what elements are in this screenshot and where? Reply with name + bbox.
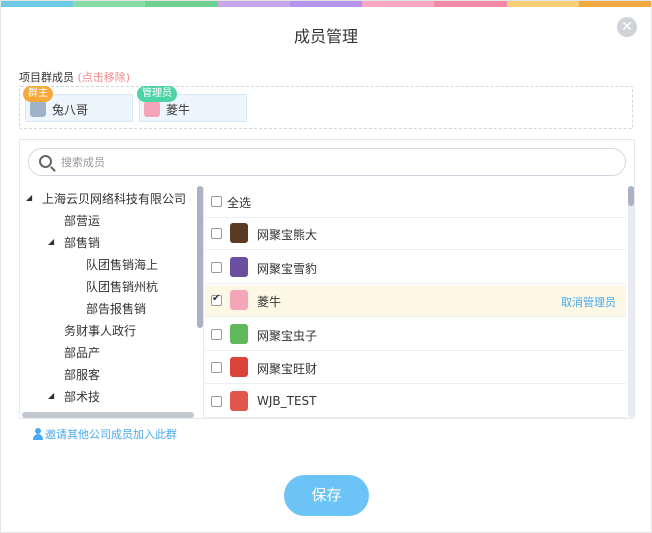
list-item[interactable]: 网聚宝熊大 <box>205 218 626 250</box>
tree-item[interactable]: 部术技 <box>64 388 100 405</box>
members-box: 兔八哥 群主 菱牛 管理员 <box>19 86 633 129</box>
member-chip-name: 菱牛 <box>166 103 191 117</box>
list-item-selected[interactable]: 菱牛 取消管理员 <box>205 285 626 317</box>
member-chip-name: 兔八哥 <box>52 103 89 117</box>
tree-item[interactable]: 部服客 <box>64 366 100 383</box>
bear-avatar-icon <box>230 223 248 243</box>
list-item[interactable]: 网聚宝虫子 <box>205 319 626 351</box>
rainbow-segment <box>145 1 218 7</box>
member-checkbox[interactable] <box>211 262 222 273</box>
member-checkbox[interactable] <box>211 228 222 239</box>
member-name: 网聚宝熊大 <box>257 228 318 242</box>
list-item[interactable]: 网聚宝雪豹 <box>205 252 626 284</box>
members-label-text: 项目群成员 <box>19 71 74 84</box>
rainbow-segment <box>434 1 507 7</box>
member-checkbox-checked[interactable] <box>211 293 222 306</box>
member-checkbox[interactable] <box>211 396 222 407</box>
member-picker-panel: ◢ 上海云贝网络科技有限公司 部营运 ◢ 部售销 队团售销海上 队团售销州杭 部… <box>19 139 635 419</box>
member-checkbox[interactable] <box>211 329 222 340</box>
remove-admin-link[interactable]: 取消管理员 <box>561 294 616 310</box>
select-all-label: 全选 <box>227 196 252 210</box>
list-scrollbar-track[interactable] <box>628 186 634 418</box>
list-item[interactable]: WJB_TEST <box>205 386 626 418</box>
girl-avatar-icon <box>144 101 160 117</box>
search-icon <box>39 155 52 168</box>
dog-avatar-icon <box>230 357 248 377</box>
rainbow-segment <box>578 1 651 7</box>
collapse-triangle-icon[interactable]: ◢ <box>48 237 54 246</box>
list-item[interactable]: 网聚宝旺财 <box>205 352 626 384</box>
rainbow-segment <box>362 1 435 7</box>
owner-tag: 群主 <box>23 86 53 102</box>
search-box <box>28 148 626 176</box>
invite-link[interactable]: 邀请其他公司成员加入此群 <box>31 426 177 442</box>
collapse-triangle-icon[interactable]: ◢ <box>48 391 54 400</box>
crab-avatar-icon <box>230 391 248 411</box>
select-all-checkbox[interactable] <box>211 196 222 207</box>
bunny-avatar-icon <box>30 101 46 117</box>
rainbow-segment <box>73 1 146 7</box>
member-chip-owner[interactable]: 兔八哥 群主 <box>23 86 133 122</box>
rainbow-segment <box>506 1 579 7</box>
admin-tag: 管理员 <box>137 86 177 102</box>
rainbow-segment <box>217 1 290 7</box>
tree-item[interactable]: 部售销 <box>64 234 100 251</box>
member-name: WJB_TEST <box>257 394 317 408</box>
tree-item[interactable]: 部营运 <box>64 212 100 229</box>
tree-item[interactable]: 队团售销州杭 <box>86 278 158 295</box>
rainbow-top-bar <box>1 1 651 7</box>
invite-label: 邀请其他公司成员加入此群 <box>45 428 177 441</box>
tree-vertical-scrollbar[interactable] <box>197 186 203 328</box>
list-scrollbar-thumb[interactable] <box>628 186 634 206</box>
rainbow-segment <box>289 1 363 7</box>
tree-item-company[interactable]: 上海云贝网络科技有限公司 <box>42 190 186 207</box>
rainbow-segment <box>1 1 74 7</box>
member-chip-admin[interactable]: 菱牛 管理员 <box>137 86 247 122</box>
member-name: 网聚宝雪豹 <box>257 262 318 276</box>
member-management-dialog: 成员管理 ✕ 项目群成员 (点击移除) 兔八哥 群主 菱牛 管理员 ◢ 上海云贝… <box>0 0 652 533</box>
add-user-icon <box>31 428 43 440</box>
girl-avatar-icon <box>230 290 248 310</box>
members-label: 项目群成员 (点击移除) <box>19 69 130 85</box>
member-checkbox[interactable] <box>211 362 222 373</box>
tree-item[interactable]: 部告报售销 <box>86 300 146 317</box>
leopard-avatar-icon <box>230 257 248 277</box>
bug-avatar-icon <box>230 324 248 344</box>
select-all-row[interactable]: 全选 <box>205 186 626 218</box>
collapse-triangle-icon[interactable]: ◢ <box>26 193 32 202</box>
tree-item[interactable]: 部品产 <box>64 344 100 361</box>
members-remove-hint: (点击移除) <box>77 71 131 84</box>
member-list: 全选 网聚宝熊大 网聚宝雪豹 菱牛 取消管理员 网聚宝虫子 <box>205 186 634 418</box>
search-input[interactable] <box>61 153 601 171</box>
save-button[interactable]: 保存 <box>284 475 369 516</box>
member-name: 网聚宝旺财 <box>257 362 318 376</box>
tree-horizontal-scrollbar[interactable] <box>22 412 194 418</box>
department-tree: ◢ 上海云贝网络科技有限公司 部营运 ◢ 部售销 队团售销海上 队团售销州杭 部… <box>20 186 204 418</box>
tree-item[interactable]: 务财事人政行 <box>64 322 136 339</box>
dialog-title: 成员管理 <box>293 27 358 46</box>
close-icon[interactable]: ✕ <box>617 17 637 37</box>
member-name: 菱牛 <box>257 295 282 309</box>
tree-item[interactable]: 队团售销海上 <box>86 256 158 273</box>
member-name: 网聚宝虫子 <box>257 329 318 343</box>
